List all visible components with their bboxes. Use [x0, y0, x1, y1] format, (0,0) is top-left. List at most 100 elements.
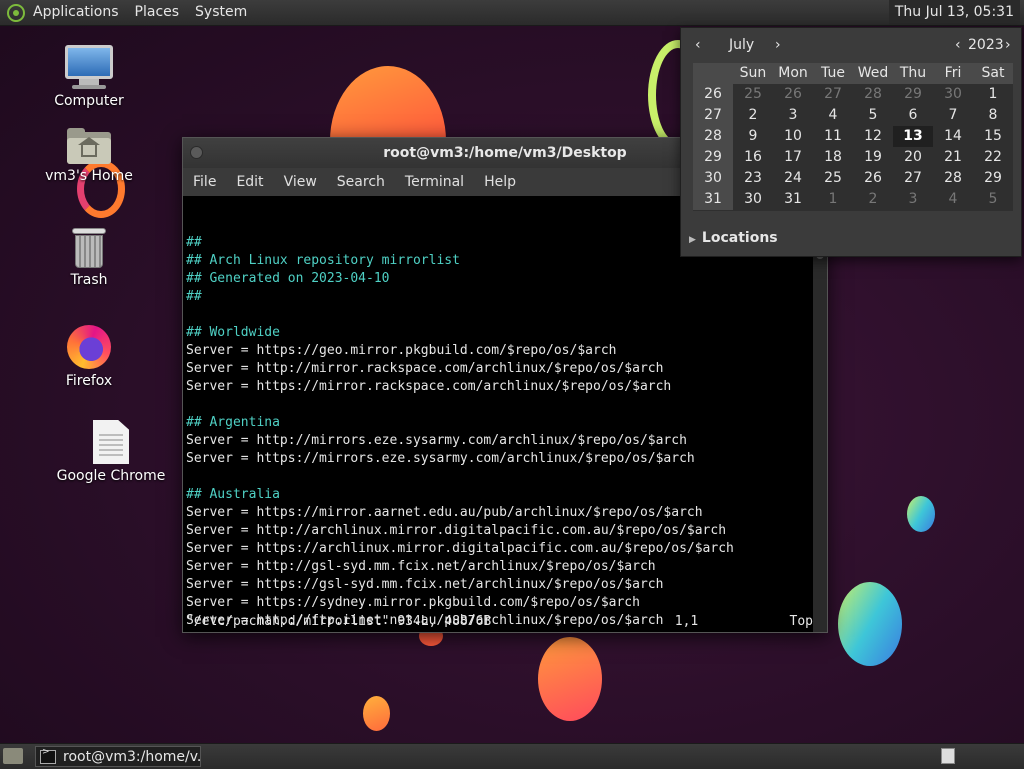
calendar-day[interactable]: 10	[773, 126, 813, 147]
next-month-button[interactable]: ›	[775, 37, 781, 53]
calendar-day[interactable]: 13	[893, 126, 933, 147]
terminal-line: Server = https://archlinux.mirror.digita…	[186, 541, 734, 556]
places-menu[interactable]: Places	[127, 0, 188, 25]
calendar-day[interactable]: 1	[813, 189, 853, 210]
calendar-day[interactable]: 28	[933, 168, 973, 189]
terminal-content[interactable]: ## ## Arch Linux repository mirrorlist ## …	[183, 197, 813, 632]
menu-view[interactable]: View	[274, 168, 327, 196]
desktop-icon-home[interactable]: vm3's Home	[29, 128, 149, 184]
calendar-day[interactable]: 1	[973, 84, 1013, 105]
calendar-day[interactable]: 26	[853, 168, 893, 189]
calendar-week-number: 30	[693, 168, 733, 189]
system-menu[interactable]: System	[187, 0, 255, 25]
wallpaper-orb	[907, 496, 935, 532]
expander-arrow-icon: ▶	[689, 235, 696, 245]
locations-label: Locations	[701, 230, 778, 246]
calendar-day[interactable]: 12	[853, 126, 893, 147]
wallpaper-orb	[838, 582, 902, 666]
terminal-line: Server = http://archlinux.mirror.digital…	[186, 523, 727, 538]
calendar-day[interactable]: 26	[773, 84, 813, 105]
window-menu-button[interactable]	[190, 146, 203, 159]
calendar-day[interactable]: 8	[973, 105, 1013, 126]
taskbar-window-button[interactable]: root@vm3:/home/v...	[35, 746, 201, 767]
calendar-day[interactable]: 29	[973, 168, 1013, 189]
calendar-day[interactable]: 5	[853, 105, 893, 126]
prev-month-button[interactable]: ‹	[695, 37, 701, 53]
menu-terminal[interactable]: Terminal	[395, 168, 474, 196]
calendar-grid: Sun Mon Tue Wed Thu Fri Sat 26 25 26 27 28 29 30 1 27 2…	[693, 63, 1013, 211]
calendar-day[interactable]: 11	[813, 126, 853, 147]
calendar-day[interactable]: 3	[773, 105, 813, 126]
next-year-button[interactable]: ›	[1005, 37, 1011, 53]
calendar-day[interactable]: 30	[933, 84, 973, 105]
calendar-day[interactable]: 28	[853, 84, 893, 105]
calendar-day[interactable]: 6	[893, 105, 933, 126]
calendar-week-number: 26	[693, 84, 733, 105]
calendar-week-number: 27	[693, 105, 733, 126]
distro-logo-icon[interactable]	[7, 3, 25, 22]
calendar-day[interactable]: 31	[773, 189, 813, 210]
home-folder-icon	[67, 128, 111, 164]
calendar-day[interactable]: 4	[933, 189, 973, 210]
calendar-day[interactable]: 9	[733, 126, 773, 147]
calendar-day[interactable]: 30	[733, 189, 773, 210]
desktop-icon-label: Firefox	[65, 373, 113, 389]
status-cursor-position: 1,1	[674, 614, 699, 629]
calendar-day[interactable]: 22	[973, 147, 1013, 168]
calendar-day[interactable]: 20	[893, 147, 933, 168]
calendar-day[interactable]: 15	[973, 126, 1013, 147]
calendar-day[interactable]: 14	[933, 126, 973, 147]
terminal-line: Server = http://gsl-syd.mm.fcix.net/arch…	[186, 559, 656, 574]
top-panel: Applications Places System Thu Jul 13, 0…	[0, 0, 1024, 26]
calendar-day[interactable]: 16	[733, 147, 773, 168]
locations-expander[interactable]: ▶ Locations	[689, 230, 778, 246]
calendar-day[interactable]: 7	[933, 105, 973, 126]
calendar-day[interactable]: 24	[773, 168, 813, 189]
desktop-icon-trash[interactable]: Trash	[29, 228, 149, 288]
terminal-line: ## Argentina	[186, 415, 280, 430]
menu-file[interactable]: File	[183, 168, 226, 196]
calendar-day[interactable]: 18	[813, 147, 853, 168]
prev-year-button[interactable]: ‹	[955, 37, 961, 53]
desktop-icon-label: Trash	[70, 272, 108, 288]
calendar-week-number: 31	[693, 189, 733, 210]
calendar-day[interactable]: 23	[733, 168, 773, 189]
terminal-line: Server = https://sydney.mirror.pkgbuild.…	[186, 595, 640, 610]
calendar-day[interactable]: 4	[813, 105, 853, 126]
terminal-line: Server = http://mirror.rackspace.com/arc…	[186, 361, 664, 376]
calendar-day[interactable]: 29	[893, 84, 933, 105]
show-desktop-icon[interactable]	[3, 748, 23, 764]
desktop-icon-computer[interactable]: Computer	[29, 45, 149, 109]
terminal-line: Server = https://gsl-syd.mm.fcix.net/arc…	[186, 577, 664, 592]
calendar-day[interactable]: 2	[853, 189, 893, 210]
desktop-icon-firefox[interactable]: Firefox	[29, 325, 149, 389]
calendar-day[interactable]: 17	[773, 147, 813, 168]
calendar-day-name: Sat	[981, 65, 1005, 81]
menu-help[interactable]: Help	[474, 168, 526, 196]
calendar-day[interactable]: 25	[733, 84, 773, 105]
workspace-switcher[interactable]	[941, 748, 955, 764]
calendar-day[interactable]: 27	[813, 84, 853, 105]
calendar-day-names: Sun Mon Tue Wed Thu Fri Sat	[693, 63, 1013, 84]
menu-search[interactable]: Search	[327, 168, 395, 196]
menu-edit[interactable]: Edit	[226, 168, 273, 196]
computer-icon	[65, 45, 113, 89]
desktop-icon-google-chrome[interactable]: Google Chrome	[51, 420, 171, 484]
calendar-day[interactable]: 21	[933, 147, 973, 168]
calendar-day[interactable]: 5	[973, 189, 1013, 210]
calendar-day[interactable]: 25	[813, 168, 853, 189]
calendar-day[interactable]: 2	[733, 105, 773, 126]
calendar-day[interactable]: 27	[893, 168, 933, 189]
calendar-year: 2023	[968, 37, 1004, 53]
terminal-scrollbar[interactable]	[813, 197, 827, 632]
applications-menu[interactable]: Applications	[25, 0, 127, 25]
calendar-day[interactable]: 19	[853, 147, 893, 168]
document-icon	[93, 420, 129, 464]
desktop-icon-label: Computer	[54, 93, 124, 109]
calendar-week-number: 28	[693, 126, 733, 147]
terminal-line: Server = https://geo.mirror.pkgbuild.com…	[186, 343, 617, 358]
clock[interactable]: Thu Jul 13, 05:31	[888, 0, 1020, 25]
firefox-icon	[67, 325, 111, 369]
calendar-day[interactable]: 3	[893, 189, 933, 210]
